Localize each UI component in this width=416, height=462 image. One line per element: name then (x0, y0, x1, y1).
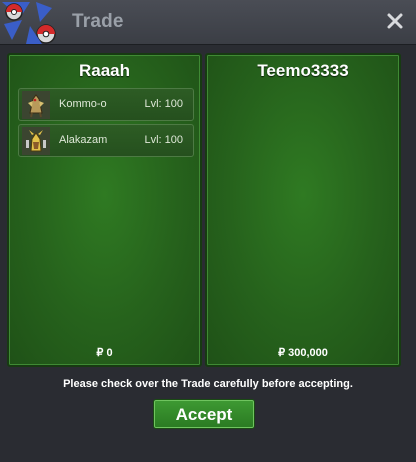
right-trade-panel: Teemo3333 ₽ 300,000 (205, 53, 401, 367)
kommo-o-sprite-icon (22, 91, 50, 119)
item-level: Lvl: 100 (144, 98, 183, 110)
trade-window: Trade Raaah Kommo-o Lvl: 100 Alakazam Lv… (0, 0, 416, 462)
left-trade-panel: Raaah Kommo-o Lvl: 100 Alakazam Lvl: 100… (7, 53, 202, 367)
alakazam-sprite-icon (22, 127, 50, 155)
accept-button[interactable]: Accept (153, 399, 255, 429)
pokeball-logo-icon (0, 0, 66, 50)
window-title: Trade (72, 11, 124, 32)
trade-body: Raaah Kommo-o Lvl: 100 Alakazam Lvl: 100… (0, 45, 416, 462)
item-name: Kommo-o (59, 98, 107, 110)
item-name: Alakazam (59, 134, 108, 146)
right-player-name: Teemo3333 (257, 61, 349, 80)
list-item[interactable]: Alakazam Lvl: 100 (18, 124, 194, 157)
right-money: ₽ 300,000 (278, 347, 328, 359)
list-item[interactable]: Kommo-o Lvl: 100 (18, 88, 194, 121)
titlebar[interactable]: Trade (0, 0, 416, 45)
close-icon[interactable] (386, 12, 404, 30)
left-money: ₽ 0 (96, 347, 113, 359)
item-level: Lvl: 100 (144, 134, 183, 146)
trade-notice: Please check over the Trade carefully be… (63, 378, 353, 390)
left-player-name: Raaah (78, 61, 131, 80)
